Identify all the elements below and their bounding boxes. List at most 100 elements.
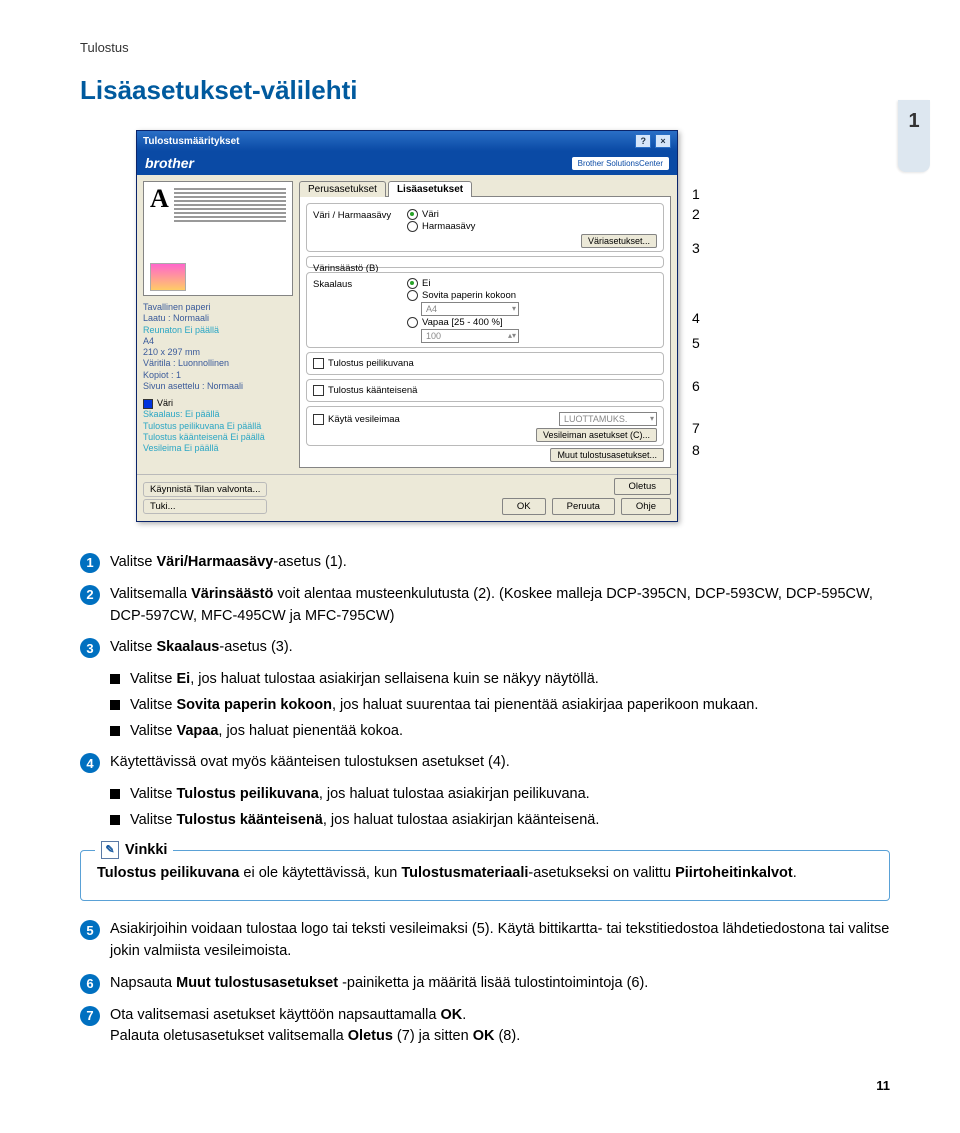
solutions-center-button[interactable]: Brother SolutionsCenter [572,157,669,170]
preview-lines [174,188,286,224]
paper-size-select[interactable]: A4▾ [421,302,519,316]
instructions: 1 Valitse Väri/Harmaasävy-asetus (1). 2 … [80,552,890,1048]
preview-info: Tavallinen paperi Laatu : Normaali Reuna… [143,302,293,454]
callout-8: 8 [692,442,700,458]
checkbox-icon [313,358,324,369]
radio-color[interactable]: Väri [407,209,657,220]
info-line: Vesileima Ei päällä [143,443,293,454]
close-icon[interactable]: × [655,134,671,148]
callout-7: 7 [692,420,700,436]
brand-logo: brother [145,155,194,171]
more-print-settings-button[interactable]: Muut tulostusasetukset... [550,448,664,462]
step-7: 7 Ota valitsemasi asetukset käyttöön nap… [80,1005,890,1049]
dialog-title: Tulostusmääritykset [143,136,240,147]
bullet-icon [110,726,120,736]
watermark-text-field: LUOTTAMUKS.▾ [559,412,657,426]
step-badge: 4 [80,753,100,773]
color-swatch-icon [143,399,153,409]
step-badge: 1 [80,553,100,573]
info-color-row: Väri [143,398,293,409]
dialog-figure: Tulostusmääritykset ? × brother Brother … [136,130,890,522]
step-badge: 7 [80,1006,100,1026]
info-line: Tulostus käänteisenä Ei päällä [143,432,293,443]
status-monitor-button[interactable]: Käynnistä Tilan valvonta... [143,482,267,497]
group-scaling: Skaalaus Ei Sovita paperin kokoon A4▾ Va… [306,272,664,348]
page-preview: A [143,181,293,296]
callout-3: 3 [692,240,700,256]
callout-4: 4 [692,310,700,326]
callout-1: 1 [692,186,700,202]
watermark-settings-button[interactable]: Vesileiman asetukset (C)... [536,428,657,442]
step-6: 6 Napsauta Muut tulostusasetukset -paini… [80,973,890,995]
radio-grayscale[interactable]: Harmaasävy [407,221,657,232]
preview-letter: A [150,184,169,214]
step-4-sub1: Valitse Tulostus peilikuvana, jos haluat… [110,784,890,806]
note-icon: ✎ [101,841,119,859]
brand-row: brother Brother SolutionsCenter [137,151,677,175]
check-watermark[interactable]: Käytä vesileimaa LUOTTAMUKS.▾ Vesileiman… [306,406,664,446]
radio-icon [407,221,418,232]
radio-icon [407,290,418,301]
group-ink-save: Värinsäästö (B) [306,256,664,268]
bullet-icon [110,815,120,825]
callouts: 1 2 3 4 5 6 7 8 [692,130,722,470]
group-color: Väri / Harmaasävy Väri Harmaasävy Värias… [306,203,664,252]
radio-scaling-none[interactable]: Ei [407,278,657,289]
preview-column: A Tavallinen paperi Laatu : Normaali Reu… [143,181,293,468]
callout-2: 2 [692,206,700,222]
group-label: Väri / Harmaasävy [313,210,399,221]
step-badge: 2 [80,585,100,605]
step-badge: 3 [80,638,100,658]
radio-icon [407,278,418,289]
note-box: ✎ Vinkki Tulostus peilikuvana ei ole käy… [80,850,890,902]
check-reverse[interactable]: Tulostus käänteisenä [306,379,664,402]
info-line: Kopiot : 1 [143,370,293,381]
info-line: Laatu : Normaali [143,313,293,324]
header-section: Tulostus [80,40,890,55]
radio-icon [407,209,418,220]
checkbox-icon [313,385,324,396]
cancel-button[interactable]: Peruuta [552,498,615,515]
page-title: Lisäasetukset-välilehti [80,75,890,106]
page-number: 11 [80,1078,890,1093]
step-1: 1 Valitse Väri/Harmaasävy-asetus (1). [80,552,890,574]
scaling-percent-input[interactable]: 100▴▾ [421,329,519,343]
step-5: 5 Asiakirjoihin voidaan tulostaa logo ta… [80,919,890,963]
step-4-sub2: Valitse Tulostus käänteisenä, jos haluat… [110,810,890,832]
preview-image-icon [150,263,186,291]
support-button[interactable]: Tuki... [143,499,267,514]
info-line: Reunaton Ei päällä [143,325,293,336]
color-settings-button[interactable]: Väriasetukset... [581,234,657,248]
bullet-icon [110,789,120,799]
step-3-sub3: Valitse Vapaa, jos haluat pienentää koko… [110,721,890,743]
note-header: ✎ Vinkki [95,840,173,862]
help-icon[interactable]: ? [635,134,651,148]
tab-basic[interactable]: Perusasetukset [299,181,386,197]
step-3: 3 Valitse Skaalaus-asetus (3). [80,637,890,659]
ok-button[interactable]: OK [502,498,546,515]
titlebar: Tulostusmääritykset ? × [137,131,677,151]
info-line: Väritila : Luonnollinen [143,358,293,369]
radio-scaling-free[interactable]: Vapaa [25 - 400 %] [407,317,657,328]
checkbox-icon [313,414,324,425]
tab-advanced[interactable]: Lisäasetukset [388,181,472,197]
radio-icon [407,317,418,328]
radio-scaling-fit[interactable]: Sovita paperin kokoon [407,290,657,301]
print-preferences-dialog: Tulostusmääritykset ? × brother Brother … [136,130,678,522]
step-3-sub1: Valitse Ei, jos haluat tulostaa asiakirj… [110,669,890,691]
step-badge: 6 [80,974,100,994]
settings-panel: Väri / Harmaasävy Väri Harmaasävy Värias… [299,196,671,468]
callout-5: 5 [692,335,700,351]
check-mirror[interactable]: Tulostus peilikuvana [306,352,664,375]
step-badge: 5 [80,920,100,940]
callout-6: 6 [692,378,700,394]
step-2: 2 Valitsemalla Värinsäästö voit alentaa … [80,584,890,628]
side-chapter-tab: 1 [898,100,930,172]
info-line: Tulostus peilikuvana Ei päällä [143,421,293,432]
help-button[interactable]: Ohje [621,498,671,515]
step-4: 4 Käytettävissä ovat myös käänteisen tul… [80,752,890,774]
step-3-sub2: Valitse Sovita paperin kokoon, jos halua… [110,695,890,717]
bullet-icon [110,674,120,684]
info-line: 210 x 297 mm [143,347,293,358]
defaults-button[interactable]: Oletus [614,478,671,495]
